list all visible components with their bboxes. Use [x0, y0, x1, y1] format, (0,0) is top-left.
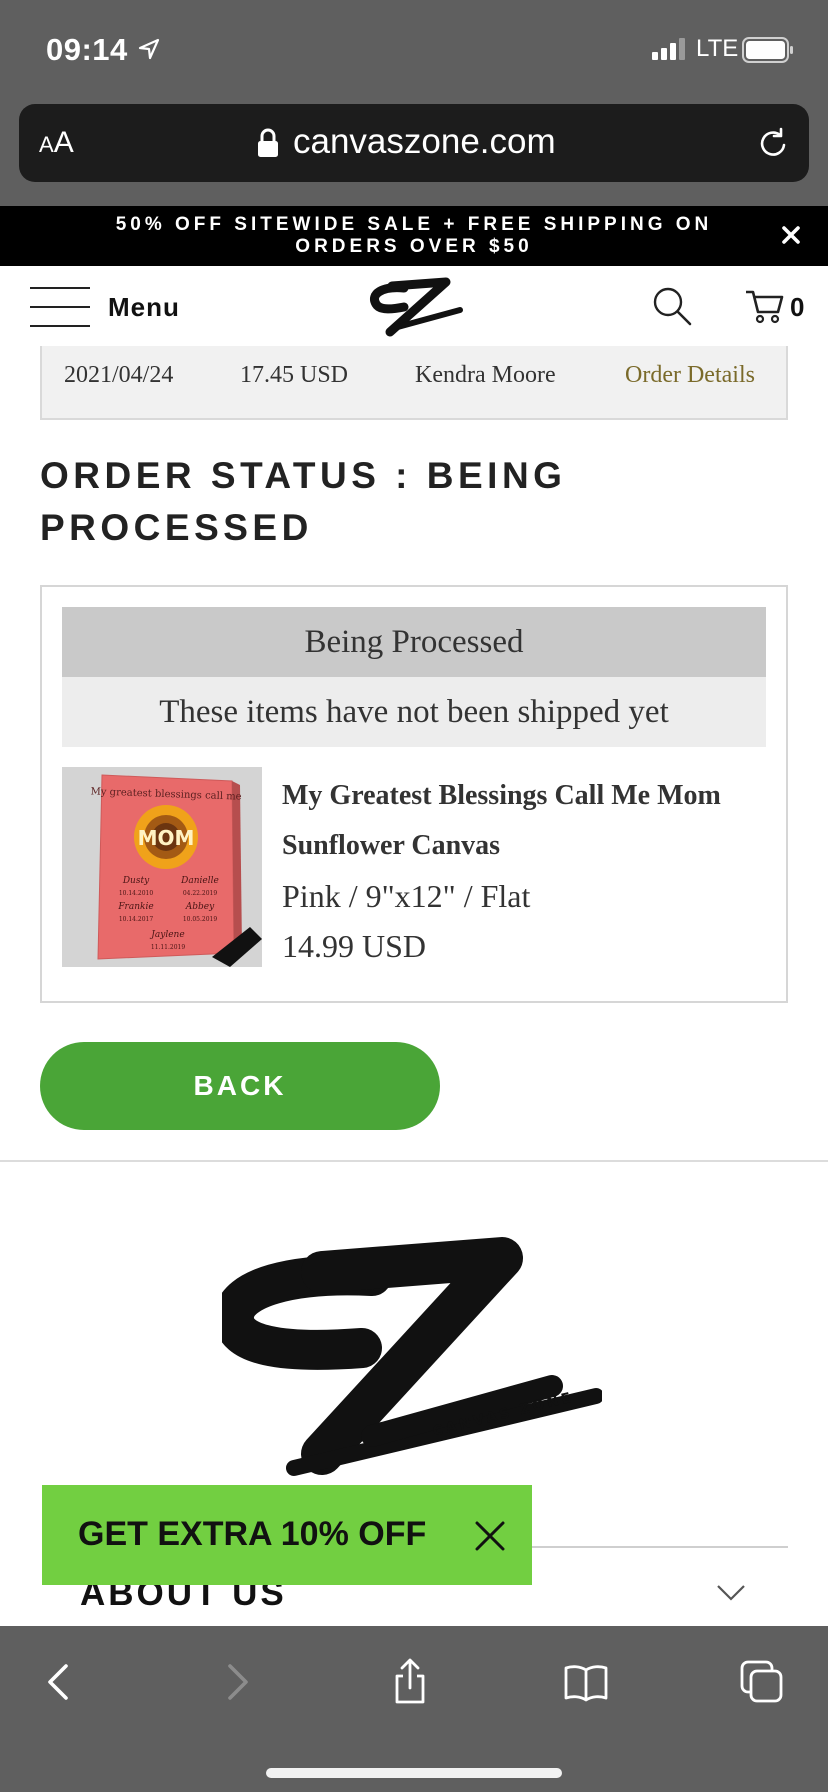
text-size-big-glyph: A [53, 126, 74, 159]
reload-icon[interactable] [755, 126, 791, 162]
order-total: 17.45 USD [240, 362, 349, 388]
url-text[interactable]: canvaszone.com [293, 122, 556, 162]
menu-label[interactable]: Menu [108, 292, 180, 323]
canvas-zone-footer-logo: CANVAS ZONE [222, 1237, 602, 1476]
canvas-zone-logo[interactable] [364, 274, 464, 340]
back-button[interactable]: BACK [40, 1042, 440, 1130]
canvas-date-2: 04.22.2019 [183, 890, 218, 897]
canvas-name-2: Danielle [180, 876, 219, 886]
product-title[interactable]: My Greatest Blessings Call Me Mom Sunflo… [282, 771, 772, 871]
battery-icon [742, 37, 793, 63]
canvas-name-4: Abbey [185, 902, 215, 912]
lock-icon [258, 128, 278, 157]
canvas-name-3: Frankie [117, 902, 153, 912]
close-icon[interactable] [780, 224, 802, 246]
tabs-icon[interactable] [738, 1658, 786, 1706]
hamburger-menu-icon[interactable] [30, 286, 90, 328]
canvas-mom: MOM [138, 826, 195, 850]
fulfillment-status: Being Processed [62, 607, 766, 677]
forward-arrow-icon[interactable] [212, 1658, 260, 1706]
ios-status-area: 09:14 LTE AA canvaszone.com [0, 0, 828, 206]
site-header: Menu 0 [0, 266, 828, 346]
product-price: 14.99 USD [282, 928, 427, 964]
cellular-signal-icon [652, 38, 685, 60]
section-divider [0, 1160, 828, 1162]
search-icon[interactable] [652, 286, 692, 326]
share-icon[interactable] [386, 1658, 434, 1706]
canvas-print-illustration: My greatest blessings call me MOM Dusty … [62, 767, 262, 967]
order-details-link[interactable]: Order Details [625, 362, 755, 389]
network-type: LTE [696, 35, 739, 62]
canvas-date-4: 10.05.2019 [183, 916, 218, 923]
canvas-name-5: Jaylene [149, 930, 184, 940]
canvas-date-5: 11.11.2019 [151, 944, 186, 951]
product-info: My Greatest Blessings Call Me Mom Sunflo… [282, 771, 772, 971]
home-indicator[interactable] [266, 1768, 562, 1778]
fulfillment-note: These items have not been shipped yet [62, 677, 766, 747]
close-icon[interactable] [474, 1520, 506, 1552]
order-customer: Kendra Moore [415, 362, 556, 388]
canvas-date-3: 10.14.2017 [119, 916, 154, 923]
promo-text: 50% OFF SITEWIDE SALE + FREE SHIPPING ON… [115, 214, 713, 257]
order-date: 2021/04/24 [64, 362, 174, 388]
cart-count[interactable]: 0 [790, 292, 804, 323]
bookmarks-icon[interactable] [562, 1658, 610, 1706]
status-time: 09:14 [46, 32, 128, 67]
back-arrow-icon[interactable] [36, 1658, 84, 1706]
cart-icon[interactable] [744, 288, 784, 324]
order-row: 2021/04/24 17.45 USD Kendra Moore Order … [40, 346, 788, 420]
order-status-heading: ORDER STATUS : BEING PROCESSED [40, 455, 567, 548]
product-variant: Pink / 9"x12" / Flat [282, 878, 531, 914]
discount-text[interactable]: GET EXTRA 10% OFF [78, 1515, 426, 1554]
promo-banner: 50% OFF SITEWIDE SALE + FREE SHIPPING ON… [0, 206, 828, 266]
address-bar[interactable]: AA canvaszone.com [19, 104, 809, 182]
discount-popup[interactable]: GET EXTRA 10% OFF [42, 1485, 532, 1585]
text-size-button[interactable]: AA [39, 126, 74, 160]
canvas-name-1: Dusty [122, 876, 150, 886]
text-size-small-glyph: A [39, 132, 54, 157]
location-arrow-icon [138, 38, 160, 60]
fulfillment-box: Being Processed These items have not bee… [40, 585, 788, 1003]
chevron-down-icon[interactable] [716, 1584, 746, 1602]
product-image[interactable]: My greatest blessings call me MOM Dusty … [62, 767, 262, 967]
browser-toolbar [0, 1626, 828, 1792]
canvas-date-1: 10.14.2010 [119, 890, 154, 897]
